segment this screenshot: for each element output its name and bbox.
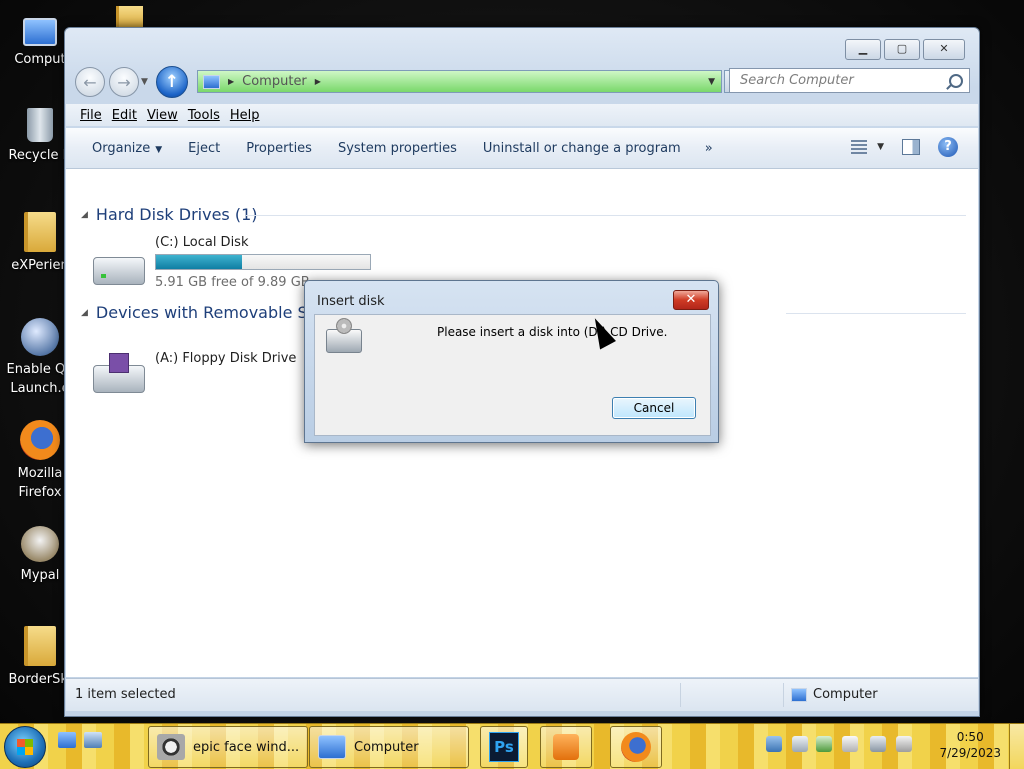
collapse-triangle-icon[interactable]: ◢ bbox=[81, 308, 88, 318]
menu-tools[interactable]: Tools bbox=[188, 108, 220, 123]
taskbar-item-media-player[interactable] bbox=[540, 726, 592, 768]
hard-disk-icon bbox=[93, 257, 145, 285]
taskbar-item-epic-face[interactable]: epic face wind... bbox=[148, 726, 308, 768]
menu-help[interactable]: Help bbox=[230, 108, 260, 123]
dialog-body: Please insert a disk into (D:) CD Drive.… bbox=[314, 314, 711, 436]
menu-edit[interactable]: Edit bbox=[112, 108, 137, 123]
search-input[interactable] bbox=[738, 72, 942, 89]
forward-arrow-icon: → bbox=[117, 72, 131, 92]
switch-windows-icon[interactable] bbox=[84, 732, 102, 748]
more-commands-button[interactable]: » bbox=[705, 141, 713, 156]
firefox-icon bbox=[621, 732, 651, 762]
floppy-disk-icon bbox=[93, 353, 145, 393]
address-bar[interactable]: ▶ Computer ▶ ▼ bbox=[197, 70, 722, 93]
cancel-button[interactable]: Cancel bbox=[612, 397, 696, 419]
insert-disk-dialog: Insert disk ✕ Please insert a disk into … bbox=[304, 280, 719, 443]
status-divider bbox=[783, 683, 784, 707]
show-desktop-quicklaunch-icon[interactable] bbox=[58, 732, 76, 748]
clock-date: 7/29/2023 bbox=[939, 746, 1001, 760]
folder-icon bbox=[24, 212, 56, 252]
breadcrumb-location[interactable]: Computer bbox=[242, 74, 307, 89]
status-divider bbox=[680, 683, 681, 707]
recent-pages-dropdown[interactable]: ▼ bbox=[141, 77, 148, 87]
clock[interactable]: 0:50 7/29/2023 bbox=[939, 729, 1001, 761]
media-player-icon bbox=[553, 734, 579, 760]
eject-button[interactable]: Eject bbox=[188, 141, 220, 156]
uninstall-program-button[interactable]: Uninstall or change a program bbox=[483, 141, 681, 156]
computer-icon bbox=[23, 18, 57, 46]
device-tray-icon[interactable] bbox=[792, 736, 808, 752]
maximize-button[interactable]: ▢ bbox=[884, 39, 920, 60]
status-selection: 1 item selected bbox=[75, 687, 176, 702]
search-box[interactable] bbox=[729, 68, 970, 93]
menu-view[interactable]: View bbox=[147, 108, 178, 123]
back-button[interactable]: ← bbox=[75, 67, 105, 97]
toolbar-right-group: ▼ ? bbox=[851, 137, 958, 157]
computer-icon bbox=[318, 735, 346, 759]
up-button[interactable]: ↑ bbox=[155, 66, 188, 98]
computer-icon bbox=[791, 687, 807, 702]
command-bar: Organize ▼ Eject Properties System proper… bbox=[66, 128, 978, 169]
taskbar-item-computer[interactable]: Computer bbox=[309, 726, 469, 768]
group-divider bbox=[246, 215, 966, 216]
firefox-icon bbox=[20, 420, 60, 460]
navigation-buttons: ← → ▼ ↑ bbox=[75, 66, 188, 98]
close-window-button[interactable]: ✕ bbox=[923, 39, 965, 60]
computer-icon bbox=[203, 74, 220, 89]
group-header-hard-disk[interactable]: ◢ Hard Disk Drives (1) bbox=[81, 205, 258, 224]
minimize-button[interactable]: ▁ bbox=[845, 39, 881, 60]
status-bar: 1 item selected Computer bbox=[66, 678, 978, 711]
help-icon[interactable]: ? bbox=[938, 137, 958, 157]
folder-icon[interactable] bbox=[116, 6, 143, 28]
drive-name: (C:) Local Disk bbox=[155, 235, 249, 250]
views-icon bbox=[851, 140, 868, 154]
recycle-bin-icon bbox=[27, 108, 53, 142]
network-tray-icon[interactable] bbox=[766, 736, 782, 752]
mypal-icon bbox=[21, 526, 59, 562]
menu-file[interactable]: File bbox=[80, 108, 102, 123]
dialog-title: Insert disk bbox=[317, 294, 385, 309]
drive-name: (A:) Floppy Disk Drive bbox=[155, 351, 297, 366]
menu-bar: File Edit View Tools Help bbox=[66, 104, 978, 126]
search-icon[interactable] bbox=[949, 73, 963, 88]
address-dropdown-icon[interactable]: ▼ bbox=[708, 77, 715, 87]
change-view-button[interactable]: ▼ bbox=[851, 140, 884, 154]
properties-button[interactable]: Properties bbox=[246, 141, 312, 156]
update-tray-icon[interactable] bbox=[816, 736, 832, 752]
disc-drive-icon bbox=[326, 318, 362, 353]
drive-usage-fill bbox=[156, 255, 242, 269]
chevron-down-icon: ▼ bbox=[877, 142, 884, 152]
taskbar: epic face wind... Computer Ps 0:50 7/29/… bbox=[0, 723, 1024, 769]
status-location: Computer bbox=[791, 687, 878, 702]
drive-a[interactable]: (A:) Floppy Disk Drive bbox=[93, 351, 296, 393]
forward-button[interactable]: → bbox=[109, 67, 139, 97]
preview-pane-icon[interactable] bbox=[902, 139, 920, 155]
collapse-triangle-icon[interactable]: ◢ bbox=[81, 210, 88, 220]
clock-time: 0:50 bbox=[956, 730, 984, 744]
system-properties-button[interactable]: System properties bbox=[338, 141, 457, 156]
photoshop-icon: Ps bbox=[489, 732, 519, 762]
network-status-icon[interactable] bbox=[870, 736, 886, 752]
group-header-removable[interactable]: ◢ Devices with Removable Sto bbox=[81, 303, 324, 322]
up-arrow-icon: ↑ bbox=[164, 72, 180, 92]
breadcrumb-arrow-icon[interactable]: ▶ bbox=[228, 77, 234, 86]
caption-buttons: ▁ ▢ ✕ bbox=[845, 39, 965, 60]
taskbar-item-firefox[interactable] bbox=[610, 726, 662, 768]
drive-usage-bar bbox=[155, 254, 371, 270]
chevron-down-icon: ▼ bbox=[155, 144, 163, 155]
dialog-message: Please insert a disk into (D:) CD Drive. bbox=[437, 325, 668, 339]
taskbar-item-photoshop[interactable]: Ps bbox=[480, 726, 528, 768]
organize-button[interactable]: Organize ▼ bbox=[92, 141, 162, 156]
breadcrumb-arrow-icon[interactable]: ▶ bbox=[315, 77, 321, 86]
action-center-flag-icon[interactable] bbox=[842, 736, 858, 752]
back-arrow-icon: ← bbox=[83, 72, 97, 92]
group-divider bbox=[786, 313, 966, 314]
volume-muted-icon[interactable] bbox=[896, 736, 912, 752]
epic-face-icon bbox=[157, 734, 185, 760]
start-button[interactable] bbox=[4, 726, 46, 768]
quick-launch-icon bbox=[21, 318, 59, 356]
dialog-close-button[interactable]: ✕ bbox=[673, 290, 709, 310]
folder-icon bbox=[24, 626, 56, 666]
show-desktop-button[interactable] bbox=[1009, 724, 1024, 769]
